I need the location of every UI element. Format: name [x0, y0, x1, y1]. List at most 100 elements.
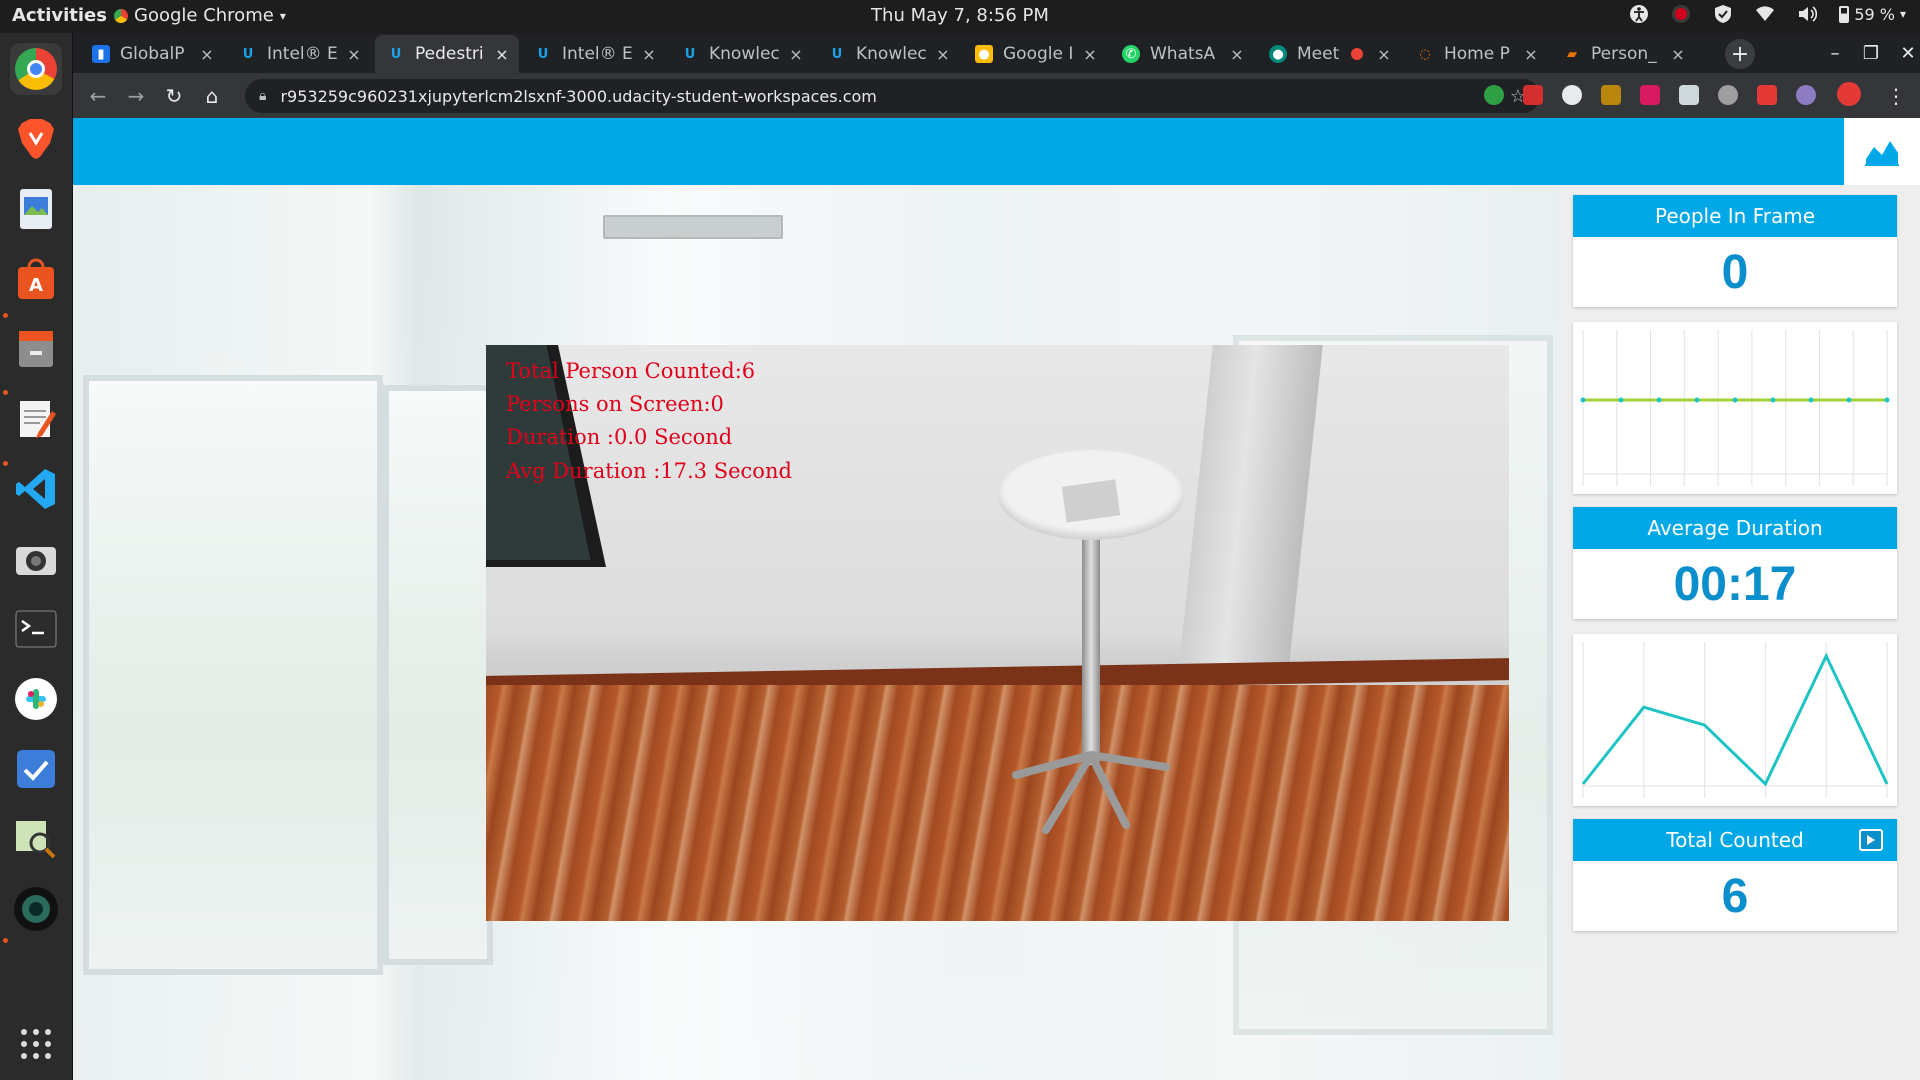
video-pillar — [1178, 345, 1324, 675]
stats-panel: People In Frame 0 Average Duration 00:17… — [1561, 185, 1920, 1080]
dock-tasks[interactable] — [10, 743, 62, 795]
tab-2-active[interactable]: U Pedestri × — [375, 35, 519, 73]
close-icon[interactable]: × — [785, 45, 807, 64]
profile-avatar[interactable] — [1837, 82, 1861, 106]
extension-shield-icon[interactable] — [1640, 85, 1660, 105]
tab-8[interactable]: ● Meet × — [1257, 35, 1401, 73]
tab-0[interactable]: ▮ GlobalP × — [80, 35, 224, 73]
chevron-down-icon: ▾ — [1899, 7, 1906, 21]
tab-1[interactable]: U Intel® E × — [227, 35, 371, 73]
tab-7[interactable]: ✆ WhatsA × — [1110, 35, 1254, 73]
dock-brave[interactable] — [10, 113, 62, 165]
file-cabinet-icon — [19, 331, 53, 367]
close-icon[interactable]: × — [1079, 45, 1101, 64]
dock: A — [0, 33, 73, 1080]
volume-icon[interactable] — [1797, 4, 1818, 24]
tab-5[interactable]: U Knowlec × — [816, 35, 960, 73]
jupyter-icon: ▰ — [1567, 46, 1577, 62]
back-button[interactable]: ← — [83, 81, 113, 111]
reload-button[interactable]: ↻ — [159, 81, 189, 111]
dock-camera[interactable] — [10, 533, 62, 585]
video-table-legs — [1012, 751, 1170, 834]
average-duration-label: Average Duration — [1573, 507, 1897, 549]
magnifier-icon — [16, 821, 56, 859]
udacity-icon: U — [537, 46, 549, 62]
play-icon — [1867, 835, 1875, 845]
plus-icon: + — [1730, 41, 1750, 67]
tab-4[interactable]: U Knowlec × — [669, 35, 813, 73]
udacity-icon: U — [390, 46, 402, 62]
close-icon[interactable]: × — [196, 45, 218, 64]
clock[interactable]: Thu May 7, 8:56 PM — [871, 5, 1049, 26]
chrome-small-icon — [114, 8, 128, 23]
close-icon[interactable]: × — [491, 45, 513, 64]
web-page: Total Person Counted:6 Persons on Screen… — [73, 118, 1920, 1080]
forward-button[interactable]: → — [121, 81, 151, 111]
tab-6[interactable]: ● Google I × — [963, 35, 1107, 73]
battery-icon — [1839, 5, 1850, 23]
lock-icon[interactable]: 🔒︎ — [259, 88, 266, 104]
extension-red-icon[interactable] — [1523, 85, 1543, 105]
chart-point — [1770, 397, 1776, 403]
minimize-button[interactable]: – — [1820, 39, 1850, 67]
meet-icon: ● — [1269, 45, 1287, 63]
home-button[interactable]: ⌂ — [197, 81, 227, 111]
dock-chrome[interactable] — [10, 43, 62, 95]
recording-dot-icon — [1351, 48, 1363, 60]
activities-button[interactable]: Activities — [12, 5, 107, 26]
dock-image-viewer[interactable] — [10, 183, 62, 235]
google-keep-icon: ● — [975, 45, 993, 63]
close-icon[interactable]: × — [1520, 45, 1542, 64]
play-video-button[interactable] — [1859, 829, 1883, 851]
overlay-total-counted: Total Person Counted:6 — [506, 359, 756, 383]
dock-terminal[interactable] — [10, 603, 62, 655]
chart-toggle-button[interactable] — [1844, 118, 1920, 185]
dock-webcam[interactable] — [10, 883, 62, 935]
browser-menu-button[interactable]: ⋮ — [1881, 81, 1911, 111]
dock-text-editor[interactable] — [10, 393, 62, 445]
close-icon[interactable]: × — [343, 45, 365, 64]
dock-vscode[interactable] — [10, 463, 62, 515]
wordpress-icon[interactable] — [1562, 85, 1582, 105]
show-applications-button[interactable] — [10, 1018, 62, 1070]
total-counted-header: Total Counted — [1573, 819, 1897, 861]
extension-green-icon[interactable] — [1484, 85, 1504, 105]
extension-megaphone-icon[interactable] — [1757, 85, 1777, 105]
chevron-down-icon: ▾ — [279, 8, 286, 23]
tab-3[interactable]: U Intel® E × — [522, 35, 666, 73]
address-bar[interactable]: 🔒︎ r953259c960231xjupyterlcm2lsxnf-3000.… — [245, 79, 1540, 113]
close-icon[interactable]: × — [932, 45, 954, 64]
people-in-frame-label: People In Frame — [1573, 195, 1897, 237]
extension-circle-icon[interactable] — [1718, 85, 1738, 105]
tab-9[interactable]: ◌ Home P × — [1404, 35, 1548, 73]
extension-face-icon[interactable] — [1796, 85, 1816, 105]
battery-indicator[interactable]: 59 % ▾ — [1839, 5, 1906, 24]
close-window-button[interactable]: ✕ — [1893, 39, 1920, 67]
record-indicator-icon[interactable] — [1671, 4, 1691, 24]
dock-slack[interactable] — [10, 673, 62, 725]
video-wood-floor — [486, 685, 1509, 921]
new-tab-button[interactable]: + — [1725, 39, 1755, 69]
wifi-icon[interactable] — [1755, 4, 1775, 24]
shield-icon[interactable] — [1713, 4, 1733, 24]
close-icon[interactable]: × — [1667, 45, 1689, 64]
dock-software-center[interactable]: A — [10, 253, 62, 305]
close-icon[interactable]: × — [638, 45, 660, 64]
people-chart-card — [1573, 322, 1897, 494]
app-grid-icon — [21, 1029, 51, 1059]
close-icon[interactable]: × — [1373, 45, 1395, 64]
accessibility-icon[interactable] — [1629, 4, 1649, 24]
restore-button[interactable]: ❐ — [1856, 39, 1886, 67]
extension-hand-icon[interactable] — [1679, 85, 1699, 105]
people-in-frame-chart — [1580, 330, 1890, 486]
close-icon[interactable]: × — [1226, 45, 1248, 64]
tab-10[interactable]: ▰ Person_ × — [1551, 35, 1695, 73]
people-in-frame-value: 0 — [1721, 245, 1749, 299]
system-top-bar: Activities Google Chrome ▾ Thu May 7, 8:… — [0, 0, 1920, 33]
app-menu[interactable]: Google Chrome ▾ — [114, 5, 286, 26]
system-tray[interactable]: 59 % ▾ — [1629, 4, 1906, 24]
dock-files[interactable] — [10, 323, 62, 375]
dock-image-magnifier[interactable] — [10, 813, 62, 865]
average-duration-value: 00:17 — [1673, 557, 1797, 611]
extension-tools-icon[interactable] — [1601, 85, 1621, 105]
